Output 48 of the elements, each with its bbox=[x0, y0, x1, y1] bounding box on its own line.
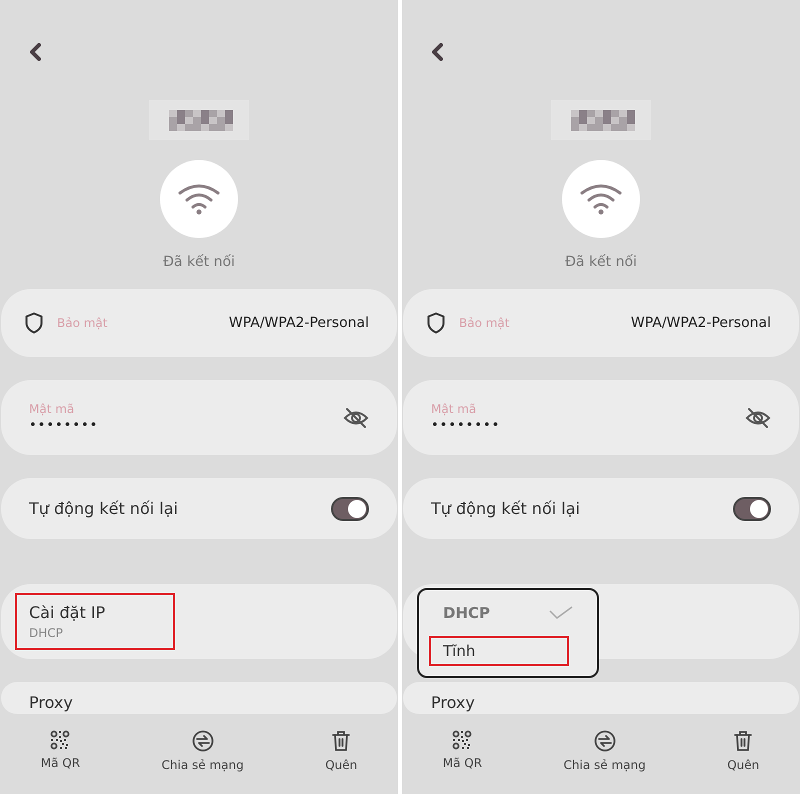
security-value: WPA/WPA2-Personal bbox=[228, 315, 369, 331]
password-label: Mật mã bbox=[431, 402, 478, 416]
eye-slash-icon[interactable] bbox=[745, 406, 771, 428]
action-button[interactable]: Quên bbox=[317, 726, 366, 776]
action-button[interactable]: Quên bbox=[719, 726, 768, 776]
share-arrows-icon bbox=[192, 730, 214, 752]
share-arrows-icon bbox=[594, 730, 616, 752]
wifi-icon bbox=[177, 183, 221, 215]
security-label: Bảo mật bbox=[57, 316, 108, 330]
auto-reconnect-row[interactable]: Tự động kết nối lại bbox=[403, 478, 799, 539]
ip-settings-title: Cài đặt IP bbox=[29, 603, 106, 622]
auto-reconnect-label: Tự động kết nối lại bbox=[29, 499, 178, 518]
security-value: WPA/WPA2-Personal bbox=[630, 315, 771, 331]
password-value: •••••••• bbox=[29, 418, 98, 433]
menu-option[interactable]: DHCP bbox=[429, 598, 587, 628]
proxy-row[interactable]: Proxy bbox=[1, 682, 397, 714]
proxy-label: Proxy bbox=[431, 693, 475, 712]
auto-reconnect-label: Tự động kết nối lại bbox=[431, 499, 580, 518]
connection-status: Đã kết nối bbox=[565, 254, 637, 272]
ip-settings-value: DHCP bbox=[29, 626, 64, 640]
shield-icon bbox=[427, 312, 445, 334]
eye-slash-icon[interactable] bbox=[343, 406, 369, 428]
action-button[interactable]: Mã QR bbox=[32, 726, 88, 776]
trash-icon bbox=[733, 730, 754, 752]
action-button[interactable]: Mã QR bbox=[434, 726, 490, 776]
password-field[interactable]: Mật mã •••••••• bbox=[1, 380, 397, 455]
proxy-row[interactable]: Proxy bbox=[403, 682, 799, 714]
menu-option[interactable]: Tĩnh bbox=[429, 636, 569, 666]
auto-reconnect-row[interactable]: Tự động kết nối lại bbox=[1, 478, 397, 539]
password-field[interactable]: Mật mã •••••••• bbox=[403, 380, 799, 455]
trash-icon bbox=[331, 730, 352, 752]
action-button[interactable]: Chia sẻ mạng bbox=[556, 726, 654, 776]
proxy-label: Proxy bbox=[29, 693, 73, 712]
toggle-switch[interactable] bbox=[733, 496, 771, 520]
qr-code-icon bbox=[452, 730, 472, 750]
security-label: Bảo mật bbox=[459, 316, 510, 330]
connection-status: Đã kết nối bbox=[163, 254, 235, 272]
back-icon[interactable] bbox=[28, 42, 42, 62]
check-icon bbox=[549, 606, 573, 620]
qr-code-icon bbox=[50, 730, 70, 750]
ip-settings-card[interactable]: Cài đặt IP DHCP bbox=[1, 584, 397, 659]
wifi-icon bbox=[579, 183, 623, 215]
toggle-switch[interactable] bbox=[331, 496, 369, 520]
password-value: •••••••• bbox=[431, 418, 500, 433]
back-icon[interactable] bbox=[430, 42, 444, 62]
password-label: Mật mã bbox=[29, 402, 76, 416]
shield-icon bbox=[25, 312, 43, 334]
action-button[interactable]: Chia sẻ mạng bbox=[154, 726, 252, 776]
